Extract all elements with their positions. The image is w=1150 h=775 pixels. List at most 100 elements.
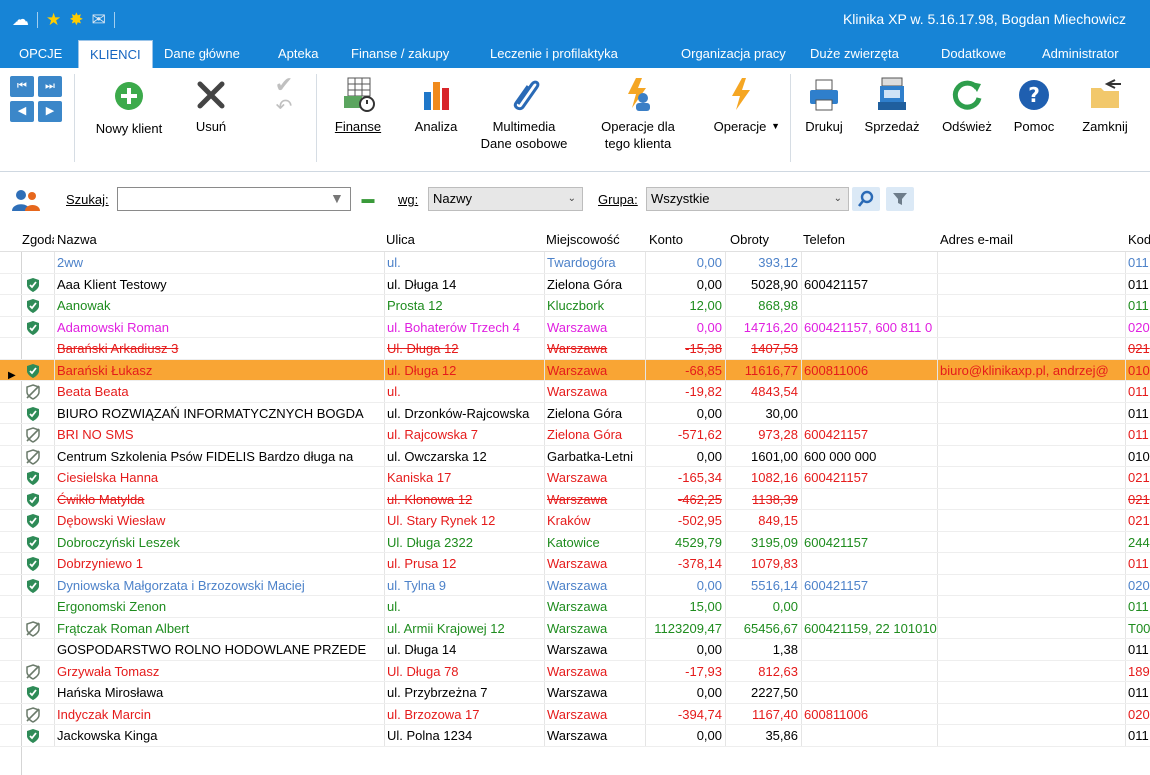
table-row[interactable]: Dyniowska Małgorzata i Brzozowski Maciej… xyxy=(0,574,1150,596)
table-row[interactable]: GOSPODARSTWO ROLNO HODOWLANE PRZEDE ul. D… xyxy=(0,639,1150,661)
table-row[interactable]: Aaa Klient Testowy ul. Długa 14 Zielona Gó… xyxy=(0,273,1150,295)
tab-dodatkowe[interactable]: Dodatkowe xyxy=(941,40,1006,68)
cash-icon[interactable]: ▬ xyxy=(356,187,380,211)
operacje-button[interactable]: Operacje ▼ xyxy=(700,74,780,135)
cell-ulica: ul. Długa 14 xyxy=(387,642,457,657)
table-row[interactable]: Dobrzyniewo 1 ul. Prusa 12 Warszawa -378,14… xyxy=(0,553,1150,575)
cell-miejscowosc: Warszawa xyxy=(547,599,608,614)
table-row[interactable]: Adamowski Roman ul. Bohaterów Trzech 4 War… xyxy=(0,316,1150,338)
cell-konto: -462,25 xyxy=(677,491,722,507)
sun-icon[interactable]: ✸ xyxy=(69,10,83,30)
column-header-nazwa[interactable]: Nazwa xyxy=(57,232,377,247)
column-header-email[interactable]: Adres e-mail xyxy=(940,232,1120,247)
cell-kod: 020 xyxy=(1128,319,1150,335)
tab-dane-glowne[interactable]: Dane główne xyxy=(164,40,240,68)
next-record-icon[interactable]: ▶ xyxy=(38,101,62,122)
finanse-button[interactable]: Finanse xyxy=(326,74,390,135)
tab-finanse-zakupy[interactable]: Finanse / zakupy xyxy=(351,40,449,68)
operacje-dla-klienta-button[interactable]: Operacje dla tego klienta xyxy=(590,74,686,152)
cell-miejscowosc: Garbatka-Letni xyxy=(547,448,633,464)
shield-icon xyxy=(25,492,41,508)
table-row[interactable]: Aanowak Prosta 12 Kluczbork 12,00 868,98 011 xyxy=(0,295,1150,317)
table-row[interactable]: Ciesielska Hanna Kaniska 17 Warszawa -165,3… xyxy=(0,467,1150,489)
table-row[interactable]: Ćwikło Matylda ul. Klonowa 12 Warszawa -462… xyxy=(0,488,1150,510)
table-header: Zgoda Nazwa Ulica Miejscowość Konto Obro… xyxy=(0,228,1150,252)
sort-by-select[interactable]: Nazwy ⌄ xyxy=(428,187,583,211)
cell-nazwa: Grzywała Tomasz xyxy=(57,663,160,679)
pomoc-button[interactable]: ? Pomoc xyxy=(1006,74,1062,135)
cell-ulica: ul. xyxy=(387,384,401,399)
chevron-down-icon[interactable]: ▼ xyxy=(771,118,780,135)
column-header-miejscowosc[interactable]: Miejscowość xyxy=(546,232,646,247)
first-record-icon[interactable]: ⏮ xyxy=(10,76,34,97)
tab-administrator[interactable]: Administrator xyxy=(1042,40,1119,68)
cell-obroty: 849,15 xyxy=(758,513,798,528)
group-select[interactable]: Wszystkie ⌄ xyxy=(646,187,849,211)
cell-ulica: ul. Tylna 9 xyxy=(387,577,447,593)
cash-register-icon xyxy=(878,77,906,110)
cell-nazwa: Indyczak Marcin xyxy=(57,706,151,722)
table-row[interactable]: Indyczak Marcin ul. Brzozowa 17 Warszawa -3… xyxy=(0,703,1150,725)
lightning-icon xyxy=(732,78,750,110)
table-row[interactable]: Jackowska Kinga Ul. Polna 1234 Warszawa 0,0… xyxy=(0,725,1150,747)
new-client-button[interactable]: Nowy klient xyxy=(84,74,174,137)
tab-leczenie[interactable]: Leczenie i profilaktyka xyxy=(490,40,618,68)
table-row[interactable]: Barański Arkadiusz 3 Ul. Długa 12 Warszawa… xyxy=(0,338,1150,360)
cell-kod: 011 xyxy=(1128,298,1149,313)
multimedia-button[interactable]: Multimedia Dane osobowe xyxy=(476,74,572,152)
filter-button[interactable] xyxy=(886,187,914,211)
cell-miejscowosc: Zielona Góra xyxy=(547,427,623,442)
cell-kod: 011 xyxy=(1128,556,1149,571)
table-row[interactable]: Hańska Mirosława ul. Przybrzeżna 7 Warszaw… xyxy=(0,682,1150,704)
zamknij-button[interactable]: Zamknij xyxy=(1072,74,1138,135)
cell-telefon: 600421157 xyxy=(804,427,869,442)
column-header-kod[interactable]: Kod xyxy=(1128,232,1150,247)
table-row[interactable]: 2ww ul. Twardogóra 0,00 393,12 011 xyxy=(0,252,1150,274)
tab-organizacja-pracy[interactable]: Organizacja pracy xyxy=(681,40,786,68)
table-row[interactable]: BRI NO SMS ul. Rajcowska 7 Zielona Góra -57… xyxy=(0,424,1150,446)
search-input[interactable] xyxy=(117,187,351,211)
column-header-zgoda[interactable]: Zgoda xyxy=(22,232,54,247)
table-row[interactable]: Centrum Szkolenia Psów FIDELIS Bardzo dł… xyxy=(0,445,1150,467)
undo-icon[interactable]: ↶ xyxy=(264,96,304,118)
column-header-ulica[interactable]: Ulica xyxy=(386,232,536,247)
cell-nazwa: Aanowak xyxy=(57,298,111,313)
prev-record-icon[interactable]: ◀ xyxy=(10,101,34,122)
shield-icon xyxy=(25,728,41,744)
search-button[interactable] xyxy=(852,187,880,211)
check-icon[interactable]: ✔ xyxy=(264,74,304,96)
cell-ulica: Prosta 12 xyxy=(387,298,443,313)
column-header-obroty[interactable]: Obroty xyxy=(730,232,800,247)
app-logo-icon[interactable]: ☁ xyxy=(12,10,29,30)
table-row[interactable]: Frątczak Roman Albert ul. Armii Krajowej … xyxy=(0,617,1150,639)
tab-klienci[interactable]: KLIENCI xyxy=(78,40,153,68)
cell-kod: 244 xyxy=(1128,534,1150,550)
tab-opcje[interactable]: OPCJE xyxy=(19,40,62,68)
table-row[interactable]: Dębowski Wiesław Ul. Stary Rynek 12 Kraków… xyxy=(0,510,1150,532)
cell-miejscowosc: Warszawa xyxy=(547,620,608,636)
mail-icon[interactable]: ✉ xyxy=(92,10,106,30)
tab-apteka[interactable]: Apteka xyxy=(278,40,318,68)
filter-icon[interactable]: ▼ xyxy=(330,190,344,206)
cell-nazwa: BRI NO SMS xyxy=(57,427,134,442)
delete-button[interactable]: Usuń xyxy=(186,74,236,135)
cell-kod: 021 xyxy=(1128,341,1150,356)
drukuj-button[interactable]: Drukuj xyxy=(796,74,852,135)
column-header-telefon[interactable]: Telefon xyxy=(803,232,933,247)
shield-icon xyxy=(25,578,41,594)
table-row[interactable]: Dobroczyński Leszek Ul. Długa 2322 Katowic… xyxy=(0,531,1150,553)
table-row[interactable]: Ergonomski Zenon ul. Warszawa 15,00 0,00 011 xyxy=(0,596,1150,618)
star-icon[interactable]: ★ xyxy=(46,10,61,30)
table-row[interactable]: Grzywała Tomasz Ul. Długa 78 Warszawa -17,9… xyxy=(0,660,1150,682)
table-row[interactable]: ▶ Barański Łukasz ul. Długa 12 Warszawa -68,… xyxy=(0,359,1150,381)
table-row[interactable]: Beata Beata ul. Warszawa -19,82 4843,54 011 xyxy=(0,381,1150,403)
last-record-icon[interactable]: ⏭ xyxy=(38,76,62,97)
table-row[interactable]: BIURO ROZWIĄZAŃ INFORMATYCZNYCH BOGDA ul.… xyxy=(0,402,1150,424)
cell-kod: 011 xyxy=(1128,599,1149,614)
sprzedaz-button[interactable]: Sprzedaż xyxy=(856,74,928,135)
odswiez-button[interactable]: Odśwież xyxy=(936,74,998,135)
cell-nazwa: Ćwikło Matylda xyxy=(57,491,145,507)
tab-duze-zwierzeta[interactable]: Duże zwierzęta xyxy=(810,40,899,68)
column-header-konto[interactable]: Konto xyxy=(649,232,719,247)
analiza-button[interactable]: Analiza xyxy=(404,74,468,135)
